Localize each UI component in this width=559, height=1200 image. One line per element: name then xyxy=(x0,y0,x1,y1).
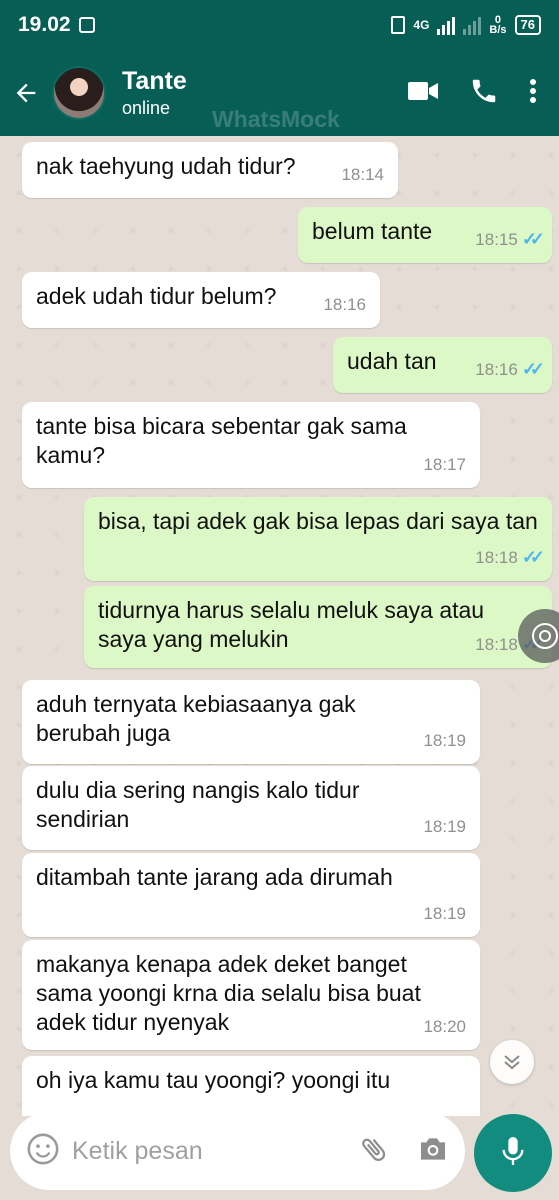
message-time: 18:18 xyxy=(475,635,518,654)
vibrate-icon xyxy=(391,16,406,34)
message-text: nak taehyung udah tidur? xyxy=(36,153,296,179)
message-bubble-incoming[interactable]: nak taehyung udah tidur? 18:14 xyxy=(22,142,398,198)
message-time: 18:18 xyxy=(475,548,518,567)
message-text: adek udah tidur belum? xyxy=(36,283,277,309)
network-type: 4G xyxy=(413,18,430,32)
message-time: 18:16 xyxy=(323,295,366,314)
message-bubble-outgoing[interactable]: belum tante 18:15 ✓✓ xyxy=(298,207,552,263)
message-bubble-outgoing[interactable]: bisa, tapi adek gak bisa lepas dari saya… xyxy=(84,497,552,581)
mic-icon xyxy=(499,1134,527,1173)
read-ticks-icon: ✓✓ xyxy=(521,359,545,379)
screenshot-icon xyxy=(78,17,95,33)
message-text: aduh ternyata kebiasaanya gak berubah ju… xyxy=(36,691,356,746)
message-input-bar[interactable]: Ketik pesan xyxy=(10,1112,465,1190)
message-text: tidurnya harus selalu meluk saya atau sa… xyxy=(98,597,485,652)
chevron-down-icon[interactable] xyxy=(490,1040,534,1084)
signal-icon-2 xyxy=(463,15,482,35)
message-bubble-incoming[interactable]: oh iya kamu tau yoongi? yoongi itu xyxy=(22,1056,480,1116)
read-ticks-icon: ✓✓ xyxy=(521,229,545,249)
message-time: 18:19 xyxy=(423,817,466,836)
message-time: 18:16 xyxy=(475,360,518,379)
more-vert-icon[interactable] xyxy=(529,78,537,109)
message-text: tante bisa bicara sebentar gak sama kamu… xyxy=(36,413,407,468)
message-bubble-incoming[interactable]: ditambah tante jarang ada dirumah 18:19 xyxy=(22,853,480,937)
net-rate: 0 B/s xyxy=(489,15,507,36)
message-bubble-incoming[interactable]: dulu dia sering nangis kalo tidur sendir… xyxy=(22,766,480,850)
message-time: 18:17 xyxy=(423,455,466,474)
message-bubble-incoming[interactable]: tante bisa bicara sebentar gak sama kamu… xyxy=(22,402,480,488)
phone-icon[interactable] xyxy=(469,76,499,111)
emoji-icon[interactable] xyxy=(26,1132,60,1171)
attach-icon[interactable] xyxy=(359,1132,389,1171)
contact-status: online xyxy=(122,98,171,118)
status-bar: 19.02 4G 0 B/s 76 xyxy=(0,0,559,50)
message-bubble-incoming[interactable]: aduh ternyata kebiasaanya gak berubah ju… xyxy=(22,680,480,764)
read-ticks-icon: ✓✓ xyxy=(521,547,545,567)
contact-info[interactable]: Tante online xyxy=(122,67,187,119)
avatar[interactable] xyxy=(52,66,106,120)
status-time: 19.02 xyxy=(18,13,71,36)
message-bubble-incoming[interactable]: makanya kenapa adek deket banget sama yo… xyxy=(22,940,480,1050)
message-bubble-incoming[interactable]: adek udah tidur belum? 18:16 xyxy=(22,272,380,328)
message-bubble-outgoing[interactable]: udah tan 18:16 ✓✓ xyxy=(333,337,552,393)
message-time: 18:15 xyxy=(475,230,518,249)
back-arrow-icon[interactable] xyxy=(0,50,52,136)
chat-area[interactable]: nak taehyung udah tidur? 18:14 belum tan… xyxy=(0,136,559,1116)
signal-icon xyxy=(437,15,456,35)
net-rate-unit: B/s xyxy=(489,24,507,36)
contact-name: Tante xyxy=(122,67,187,95)
video-call-icon[interactable] xyxy=(407,79,439,108)
message-input[interactable]: Ketik pesan xyxy=(72,1137,359,1166)
mic-button[interactable] xyxy=(474,1114,552,1192)
message-bubble-outgoing[interactable]: tidurnya harus selalu meluk saya atau sa… xyxy=(84,586,552,668)
message-time: 18:19 xyxy=(423,731,466,750)
message-text: makanya kenapa adek deket banget sama yo… xyxy=(36,951,421,1035)
message-time: 18:19 xyxy=(423,904,466,923)
message-text: bisa, tapi adek gak bisa lepas dari saya… xyxy=(98,508,538,534)
message-text: dulu dia sering nangis kalo tidur sendir… xyxy=(36,777,360,832)
message-text: ditambah tante jarang ada dirumah xyxy=(36,864,393,890)
message-text: oh iya kamu tau yoongi? yoongi itu xyxy=(36,1067,391,1093)
battery-icon: 76 xyxy=(514,15,541,35)
message-time: 18:14 xyxy=(341,165,384,184)
watermark: WhatsMock xyxy=(212,106,340,132)
message-time: 18:20 xyxy=(423,1017,466,1036)
camera-icon[interactable] xyxy=(417,1135,449,1168)
